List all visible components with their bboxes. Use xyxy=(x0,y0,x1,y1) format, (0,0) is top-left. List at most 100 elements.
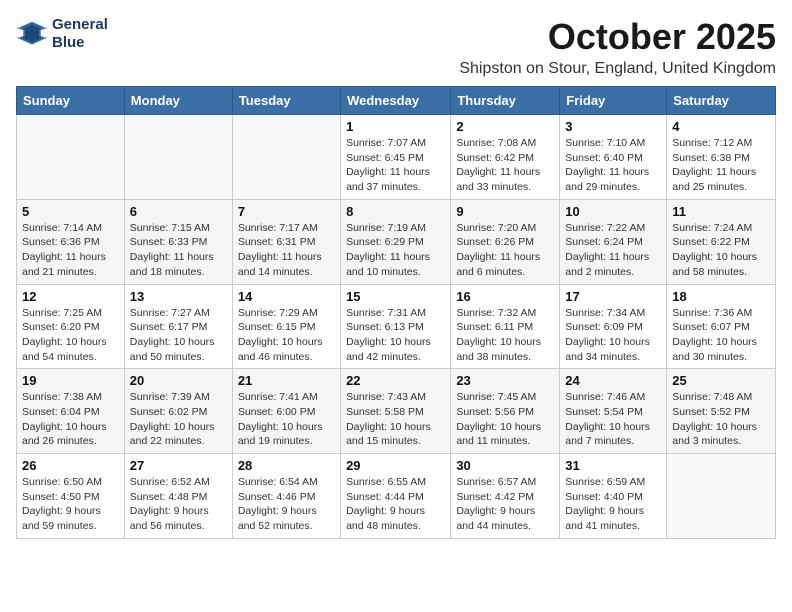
day-number: 31 xyxy=(565,458,661,473)
day-info: Sunrise: 7:10 AM Sunset: 6:40 PM Dayligh… xyxy=(565,136,661,195)
day-number: 9 xyxy=(456,204,554,219)
location-title: Shipston on Stour, England, United Kingd… xyxy=(459,60,776,78)
calendar-cell: 16 Sunrise: 7:32 AM Sunset: 6:11 PM Dayli… xyxy=(451,284,560,369)
day-number: 23 xyxy=(456,373,554,388)
header: General Blue October 2025 Shipston on St… xyxy=(16,16,776,78)
calendar-cell: 22 Sunrise: 7:43 AM Sunset: 5:58 PM Dayli… xyxy=(341,369,451,454)
calendar-cell: 23Sunrise: 7:45 AM Sunset: 5:56 PM Dayli… xyxy=(451,369,560,454)
day-info: Sunrise: 7:08 AM Sunset: 6:42 PM Dayligh… xyxy=(456,136,554,195)
day-number: 27 xyxy=(130,458,227,473)
day-info: Sunrise: 6:54 AM Sunset: 4:46 PM Dayligh… xyxy=(238,475,335,534)
column-header-sunday: Sunday xyxy=(17,87,125,115)
calendar-cell: 2 Sunrise: 7:08 AM Sunset: 6:42 PM Daylig… xyxy=(451,115,560,200)
calendar-cell: 28 Sunrise: 6:54 AM Sunset: 4:46 PM Dayli… xyxy=(232,454,340,539)
day-info: Sunrise: 7:07 AM Sunset: 6:45 PM Dayligh… xyxy=(346,136,445,195)
day-number: 17 xyxy=(565,289,661,304)
day-number: 26 xyxy=(22,458,119,473)
calendar-cell: 29Sunrise: 6:55 AM Sunset: 4:44 PM Dayli… xyxy=(341,454,451,539)
day-number: 6 xyxy=(130,204,227,219)
day-info: Sunrise: 7:34 AM Sunset: 6:09 PM Dayligh… xyxy=(565,306,661,365)
calendar-cell: 12 Sunrise: 7:25 AM Sunset: 6:20 PM Dayli… xyxy=(17,284,125,369)
day-number: 19 xyxy=(22,373,119,388)
calendar-cell xyxy=(232,115,340,200)
calendar-cell xyxy=(124,115,232,200)
calendar-cell: 26Sunrise: 6:50 AM Sunset: 4:50 PM Dayli… xyxy=(17,454,125,539)
calendar-cell: 27 Sunrise: 6:52 AM Sunset: 4:48 PM Dayli… xyxy=(124,454,232,539)
calendar-cell: 8 Sunrise: 7:19 AM Sunset: 6:29 PM Daylig… xyxy=(341,199,451,284)
day-number: 21 xyxy=(238,373,335,388)
day-info: Sunrise: 7:22 AM Sunset: 6:24 PM Dayligh… xyxy=(565,221,661,280)
calendar-table: SundayMondayTuesdayWednesdayThursdayFrid… xyxy=(16,86,776,539)
day-info: Sunrise: 7:20 AM Sunset: 6:26 PM Dayligh… xyxy=(456,221,554,280)
calendar-cell: 17 Sunrise: 7:34 AM Sunset: 6:09 PM Dayli… xyxy=(560,284,667,369)
day-info: Sunrise: 7:43 AM Sunset: 5:58 PM Dayligh… xyxy=(346,390,445,449)
day-info: Sunrise: 6:52 AM Sunset: 4:48 PM Dayligh… xyxy=(130,475,227,534)
column-header-monday: Monday xyxy=(124,87,232,115)
calendar-cell: 3 Sunrise: 7:10 AM Sunset: 6:40 PM Daylig… xyxy=(560,115,667,200)
logo-text: General Blue xyxy=(52,16,108,52)
week-row-5: 26Sunrise: 6:50 AM Sunset: 4:50 PM Dayli… xyxy=(17,454,776,539)
calendar-cell: 13 Sunrise: 7:27 AM Sunset: 6:17 PM Dayli… xyxy=(124,284,232,369)
day-info: Sunrise: 7:48 AM Sunset: 5:52 PM Dayligh… xyxy=(672,390,770,449)
week-row-2: 5Sunrise: 7:14 AM Sunset: 6:36 PM Daylig… xyxy=(17,199,776,284)
day-number: 1 xyxy=(346,119,445,134)
calendar-cell xyxy=(667,454,776,539)
calendar-cell: 25 Sunrise: 7:48 AM Sunset: 5:52 PM Dayli… xyxy=(667,369,776,454)
day-info: Sunrise: 7:41 AM Sunset: 6:00 PM Dayligh… xyxy=(238,390,335,449)
day-info: Sunrise: 7:29 AM Sunset: 6:15 PM Dayligh… xyxy=(238,306,335,365)
column-header-saturday: Saturday xyxy=(667,87,776,115)
day-info: Sunrise: 7:32 AM Sunset: 6:11 PM Dayligh… xyxy=(456,306,554,365)
calendar-cell: 9 Sunrise: 7:20 AM Sunset: 6:26 PM Daylig… xyxy=(451,199,560,284)
day-number: 11 xyxy=(672,204,770,219)
day-info: Sunrise: 7:39 AM Sunset: 6:02 PM Dayligh… xyxy=(130,390,227,449)
day-number: 5 xyxy=(22,204,119,219)
day-info: Sunrise: 7:36 AM Sunset: 6:07 PM Dayligh… xyxy=(672,306,770,365)
day-info: Sunrise: 7:15 AM Sunset: 6:33 PM Dayligh… xyxy=(130,221,227,280)
calendar-cell: 18 Sunrise: 7:36 AM Sunset: 6:07 PM Dayli… xyxy=(667,284,776,369)
calendar-cell: 19Sunrise: 7:38 AM Sunset: 6:04 PM Dayli… xyxy=(17,369,125,454)
day-info: Sunrise: 6:57 AM Sunset: 4:42 PM Dayligh… xyxy=(456,475,554,534)
day-number: 8 xyxy=(346,204,445,219)
calendar-cell xyxy=(17,115,125,200)
calendar-cell: 24 Sunrise: 7:46 AM Sunset: 5:54 PM Dayli… xyxy=(560,369,667,454)
day-number: 16 xyxy=(456,289,554,304)
column-header-wednesday: Wednesday xyxy=(341,87,451,115)
day-number: 25 xyxy=(672,373,770,388)
day-info: Sunrise: 7:27 AM Sunset: 6:17 PM Dayligh… xyxy=(130,306,227,365)
calendar-cell: 6 Sunrise: 7:15 AM Sunset: 6:33 PM Daylig… xyxy=(124,199,232,284)
calendar-cell: 11 Sunrise: 7:24 AM Sunset: 6:22 PM Dayli… xyxy=(667,199,776,284)
day-number: 12 xyxy=(22,289,119,304)
day-info: Sunrise: 7:46 AM Sunset: 5:54 PM Dayligh… xyxy=(565,390,661,449)
day-info: Sunrise: 6:55 AM Sunset: 4:44 PM Dayligh… xyxy=(346,475,445,534)
calendar-cell: 15Sunrise: 7:31 AM Sunset: 6:13 PM Dayli… xyxy=(341,284,451,369)
week-row-4: 19Sunrise: 7:38 AM Sunset: 6:04 PM Dayli… xyxy=(17,369,776,454)
calendar-cell: 4Sunrise: 7:12 AM Sunset: 6:38 PM Daylig… xyxy=(667,115,776,200)
week-row-3: 12 Sunrise: 7:25 AM Sunset: 6:20 PM Dayli… xyxy=(17,284,776,369)
day-info: Sunrise: 7:31 AM Sunset: 6:13 PM Dayligh… xyxy=(346,306,445,365)
day-number: 24 xyxy=(565,373,661,388)
day-info: Sunrise: 6:59 AM Sunset: 4:40 PM Dayligh… xyxy=(565,475,661,534)
day-info: Sunrise: 7:25 AM Sunset: 6:20 PM Dayligh… xyxy=(22,306,119,365)
day-info: Sunrise: 7:24 AM Sunset: 6:22 PM Dayligh… xyxy=(672,221,770,280)
day-number: 13 xyxy=(130,289,227,304)
calendar-cell: 7Sunrise: 7:17 AM Sunset: 6:31 PM Daylig… xyxy=(232,199,340,284)
logo-icon xyxy=(16,20,48,48)
header-row: SundayMondayTuesdayWednesdayThursdayFrid… xyxy=(17,87,776,115)
day-number: 28 xyxy=(238,458,335,473)
day-number: 18 xyxy=(672,289,770,304)
day-info: Sunrise: 7:19 AM Sunset: 6:29 PM Dayligh… xyxy=(346,221,445,280)
day-number: 2 xyxy=(456,119,554,134)
calendar-cell: 20Sunrise: 7:39 AM Sunset: 6:02 PM Dayli… xyxy=(124,369,232,454)
day-number: 3 xyxy=(565,119,661,134)
calendar-cell: 30Sunrise: 6:57 AM Sunset: 4:42 PM Dayli… xyxy=(451,454,560,539)
day-number: 14 xyxy=(238,289,335,304)
calendar-cell: 5Sunrise: 7:14 AM Sunset: 6:36 PM Daylig… xyxy=(17,199,125,284)
calendar-cell: 21 Sunrise: 7:41 AM Sunset: 6:00 PM Dayli… xyxy=(232,369,340,454)
day-number: 22 xyxy=(346,373,445,388)
week-row-1: 1 Sunrise: 7:07 AM Sunset: 6:45 PM Daylig… xyxy=(17,115,776,200)
day-number: 10 xyxy=(565,204,661,219)
title-area: October 2025 Shipston on Stour, England,… xyxy=(459,16,776,78)
calendar-cell: 14 Sunrise: 7:29 AM Sunset: 6:15 PM Dayli… xyxy=(232,284,340,369)
day-number: 4 xyxy=(672,119,770,134)
day-info: Sunrise: 7:17 AM Sunset: 6:31 PM Dayligh… xyxy=(238,221,335,280)
